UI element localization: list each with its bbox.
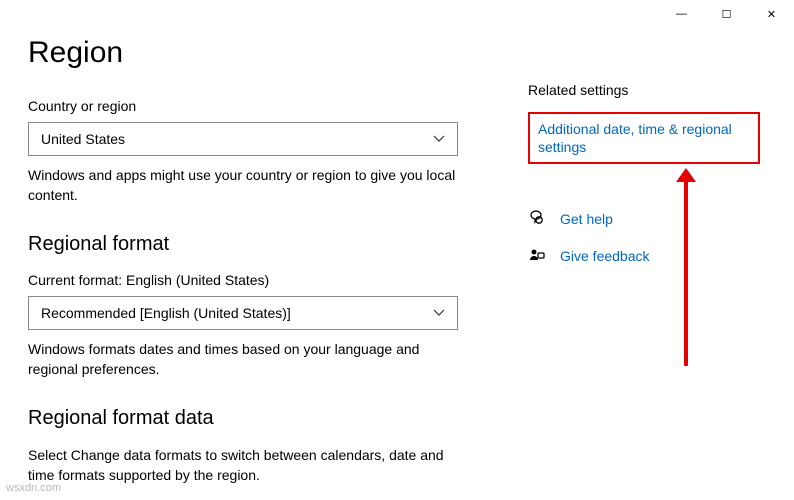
give-feedback-item: Give feedback — [528, 247, 766, 265]
chevron-down-icon — [433, 305, 445, 321]
country-dropdown-value: United States — [41, 131, 125, 147]
related-settings-column: Related settings Additional date, time &… — [508, 36, 766, 486]
maximize-button[interactable]: ☐ — [704, 0, 749, 28]
watermark: wsxdn.com — [6, 482, 61, 494]
get-help-item: Get help — [528, 210, 766, 228]
chevron-down-icon — [433, 131, 445, 147]
regional-format-data-heading: Regional format data — [28, 407, 478, 430]
current-format-label: Current format: English (United States) — [28, 272, 478, 288]
give-feedback-link[interactable]: Give feedback — [560, 247, 650, 265]
additional-settings-link[interactable]: Additional date, time & regional setting… — [538, 120, 750, 156]
regional-format-dropdown-value: Recommended [English (United States)] — [41, 305, 291, 321]
annotation-arrow — [684, 176, 688, 366]
titlebar: — ☐ ✕ — [659, 0, 794, 28]
feedback-icon — [528, 247, 546, 265]
get-help-link[interactable]: Get help — [560, 210, 613, 228]
regional-format-data-desc: Select Change data formats to switch bet… — [28, 446, 468, 485]
country-label: Country or region — [28, 98, 478, 114]
minimize-button[interactable]: — — [659, 0, 704, 28]
related-settings-heading: Related settings — [528, 82, 766, 98]
close-button[interactable]: ✕ — [749, 0, 794, 28]
regional-format-heading: Regional format — [28, 233, 478, 256]
regional-format-dropdown[interactable]: Recommended [English (United States)] — [28, 296, 458, 330]
main-column: Region Country or region United States W… — [28, 36, 508, 486]
country-desc: Windows and apps might use your country … — [28, 166, 468, 205]
regional-format-desc: Windows formats dates and times based on… — [28, 340, 468, 379]
chat-bubble-icon — [528, 210, 546, 228]
country-dropdown[interactable]: United States — [28, 122, 458, 156]
page-title: Region — [28, 36, 478, 70]
additional-settings-highlight: Additional date, time & regional setting… — [528, 112, 760, 164]
